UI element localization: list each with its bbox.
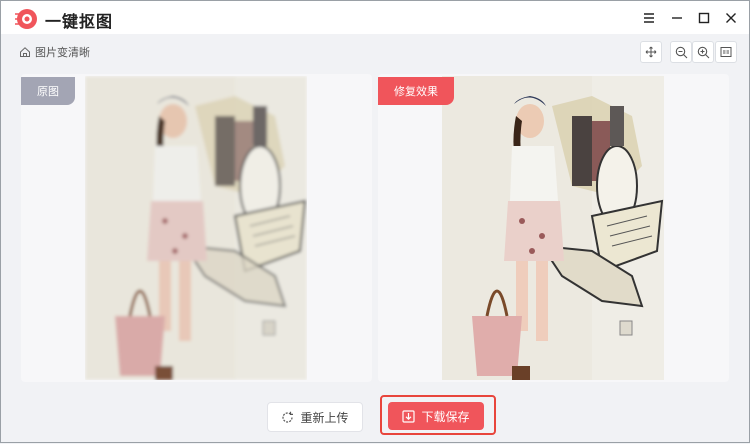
menu-icon bbox=[644, 13, 654, 23]
original-panel: 原图 bbox=[21, 74, 372, 382]
close-icon bbox=[726, 13, 736, 23]
fit-button[interactable] bbox=[715, 41, 737, 63]
breadcrumb[interactable]: 图片变清晰 bbox=[19, 44, 90, 60]
download-icon bbox=[402, 409, 416, 423]
maximize-button[interactable] bbox=[694, 8, 714, 28]
zoom-out-icon bbox=[675, 46, 687, 58]
close-button[interactable] bbox=[721, 8, 741, 28]
minimize-icon bbox=[672, 17, 682, 19]
refresh-icon bbox=[282, 411, 294, 423]
original-image bbox=[85, 76, 307, 380]
logo-icon bbox=[15, 9, 37, 29]
menu-button[interactable] bbox=[639, 8, 659, 28]
zoom-in-button[interactable] bbox=[692, 41, 714, 63]
home-icon bbox=[20, 47, 30, 57]
main-frame: 图片变清晰 原图 修复效果 重新上传 下载保存 bbox=[0, 34, 750, 443]
app-title: 一键抠图 bbox=[45, 12, 114, 31]
result-image bbox=[442, 76, 664, 380]
minimize-button[interactable] bbox=[667, 8, 687, 28]
title-bar: 一键抠图 bbox=[0, 0, 750, 35]
maximize-icon bbox=[698, 12, 710, 24]
breadcrumb-label: 图片变清晰 bbox=[35, 46, 90, 59]
fit-icon bbox=[720, 47, 732, 57]
zoom-out-button[interactable] bbox=[670, 41, 692, 63]
reupload-button[interactable]: 重新上传 bbox=[267, 402, 363, 432]
result-panel: 修复效果 bbox=[378, 74, 729, 382]
download-label: 下载保存 bbox=[421, 409, 470, 424]
reupload-label: 重新上传 bbox=[300, 410, 349, 425]
original-tag: 原图 bbox=[21, 77, 75, 105]
move-icon bbox=[645, 46, 657, 58]
move-button[interactable] bbox=[640, 41, 662, 63]
download-button[interactable]: 下载保存 bbox=[388, 402, 484, 430]
toolbar: 图片变清晰 bbox=[1, 34, 749, 70]
zoom-in-icon bbox=[697, 46, 709, 58]
result-tag: 修复效果 bbox=[378, 77, 454, 105]
